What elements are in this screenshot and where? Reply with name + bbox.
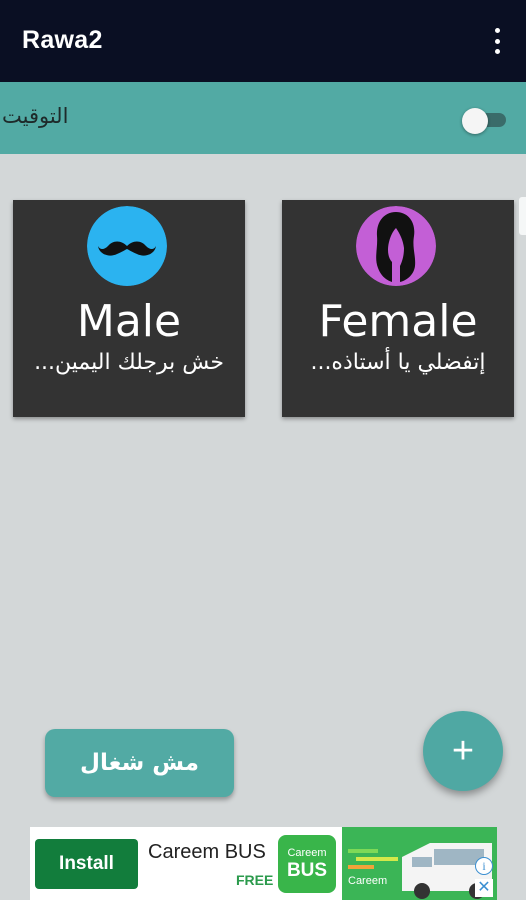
add-fab[interactable]: +	[423, 711, 503, 791]
more-vert-icon[interactable]	[492, 28, 502, 54]
busy-button[interactable]: مش شغال	[45, 729, 234, 797]
female-card[interactable]: Female إتفضلي يا أستاذه...	[282, 200, 514, 417]
ad-install-button[interactable]: Install	[35, 839, 138, 889]
ad-logo: Careem BUS	[278, 835, 336, 893]
card-subtitle: إتفضلي يا أستاذه...	[310, 350, 486, 375]
card-subtitle: خش برجلك اليمين...	[34, 350, 224, 375]
card-title: Female	[318, 296, 478, 347]
ad-banner-image[interactable]: Careem	[342, 827, 497, 900]
plus-icon: +	[451, 729, 475, 772]
timer-bar	[0, 82, 526, 154]
toggle-thumb	[462, 108, 488, 134]
card-title: Male	[76, 296, 182, 347]
timer-label: التوقيت	[2, 104, 69, 128]
male-card[interactable]: Male خش برجلك اليمين...	[13, 200, 245, 417]
woman-silhouette-icon	[356, 206, 436, 286]
ad-app-name: Careem BUS	[148, 841, 266, 863]
mustache-icon	[87, 206, 167, 286]
timer-toggle[interactable]	[462, 108, 508, 134]
close-icon[interactable]: ✕	[475, 879, 493, 897]
ad-logo-line2: BUS	[286, 860, 328, 881]
ad-banner-brand: Careem	[348, 875, 388, 887]
ad-logo-line1: Careem	[287, 847, 327, 859]
info-icon[interactable]: i	[475, 857, 493, 875]
app-title: Rawa2	[22, 26, 103, 54]
ad-banner[interactable]: Install Careem BUS FREE Careem BUS Caree…	[30, 827, 497, 900]
bus-image-icon	[342, 827, 497, 900]
app-bar: Rawa2	[0, 0, 526, 82]
scroll-indicator	[519, 197, 526, 235]
ad-price: FREE	[236, 872, 274, 888]
